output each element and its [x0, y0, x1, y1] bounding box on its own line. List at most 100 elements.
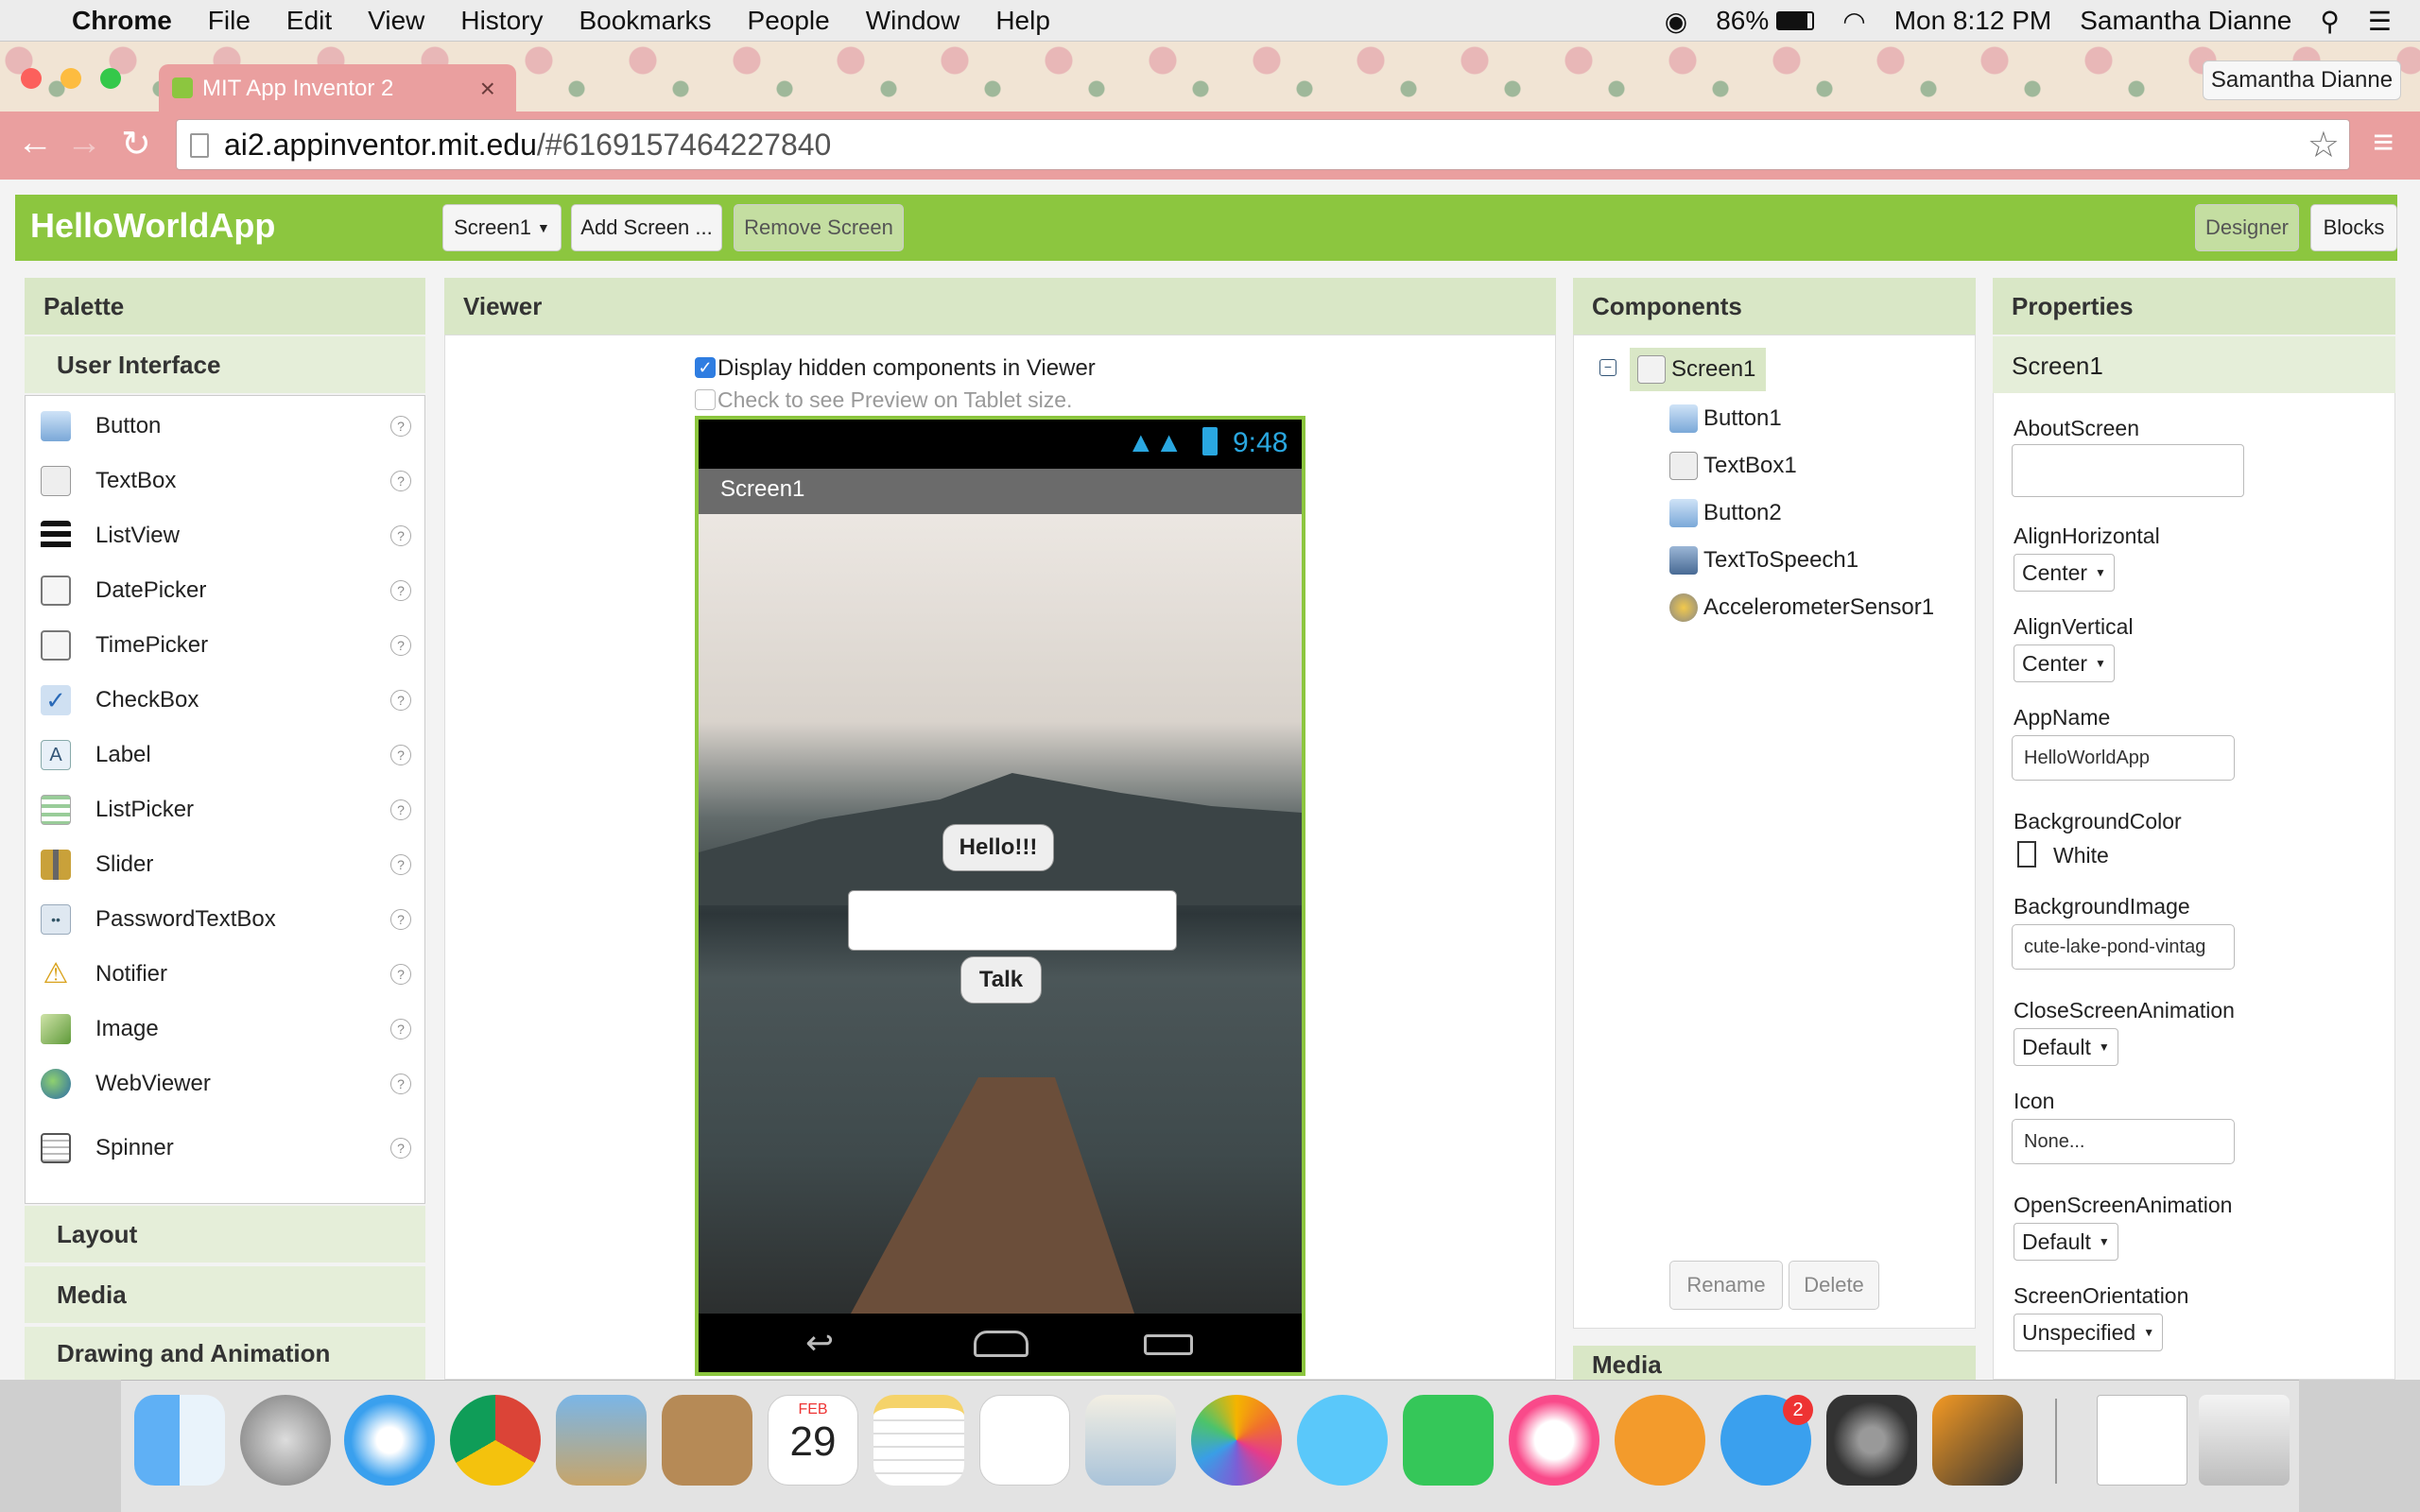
menu-view[interactable]: View [368, 6, 424, 36]
help-icon[interactable]: ? [390, 690, 411, 711]
menu-help[interactable]: Help [995, 6, 1050, 36]
display-hidden-checkbox[interactable]: ✓ [695, 357, 716, 378]
media-section[interactable]: Media [25, 1266, 425, 1323]
address-bar[interactable]: ai2.appinventor.mit.edu/#616915746422784… [176, 119, 2350, 170]
reload-icon[interactable]: ↻ [121, 123, 151, 165]
drawing-animation-section[interactable]: Drawing and Animation [25, 1327, 425, 1380]
minimize-window-icon[interactable] [60, 68, 81, 89]
close-window-icon[interactable] [21, 68, 42, 89]
help-icon[interactable]: ? [390, 1138, 411, 1159]
open-screen-animation-select[interactable]: Default ▼ [2014, 1223, 2118, 1261]
palette-item-label[interactable]: A Label? [26, 729, 424, 782]
component-screen1[interactable]: Screen1 [1630, 348, 1766, 391]
palette-item-webviewer[interactable]: WebViewer? [26, 1057, 424, 1110]
palette-item-spinner[interactable]: Spinner? [26, 1122, 424, 1175]
safari-icon[interactable] [344, 1395, 435, 1486]
preview-icon[interactable] [1085, 1395, 1176, 1486]
help-icon[interactable]: ? [390, 635, 411, 656]
help-icon[interactable]: ? [390, 416, 411, 437]
user-interface-section[interactable]: User Interface [25, 336, 425, 393]
clock[interactable]: Mon 8:12 PM [1894, 6, 2052, 36]
bookmark-star-icon[interactable]: ☆ [2308, 124, 2340, 166]
component-accelerometer1[interactable]: AccelerometerSensor1 [1669, 593, 1934, 622]
tablet-preview-checkbox[interactable] [695, 389, 716, 410]
trash-icon[interactable] [2199, 1395, 2290, 1486]
close-screen-animation-select[interactable]: Default ▼ [2014, 1028, 2118, 1066]
help-icon[interactable]: ? [390, 745, 411, 765]
palette-item-textbox[interactable]: TextBox? [26, 455, 424, 507]
menu-history[interactable]: History [460, 6, 543, 36]
system-preferences-icon[interactable] [1826, 1395, 1917, 1486]
chrome-menu-icon[interactable]: ≡ [2373, 123, 2394, 163]
photos-icon[interactable] [1191, 1395, 1282, 1486]
reminders-icon[interactable] [979, 1395, 1070, 1486]
wifi-icon[interactable]: ◠ [1842, 6, 1865, 37]
background-image-input[interactable]: cute-lake-pond-vintag [2012, 924, 2235, 970]
launchpad-icon[interactable] [240, 1395, 331, 1486]
back-icon[interactable]: ← [17, 123, 53, 163]
mail-icon[interactable] [556, 1395, 647, 1486]
eye-icon[interactable]: ◉ [1665, 6, 1687, 37]
component-button2[interactable]: Button2 [1669, 499, 1782, 527]
palette-item-button[interactable]: Button? [26, 400, 424, 453]
component-texttospeech1[interactable]: TextToSpeech1 [1669, 546, 1858, 575]
menu-edit[interactable]: Edit [286, 6, 332, 36]
icon-input[interactable]: None... [2012, 1119, 2235, 1164]
forward-icon[interactable]: → [66, 123, 102, 163]
rename-button[interactable]: Rename [1669, 1261, 1783, 1310]
app-inventor-icon[interactable] [1932, 1395, 2023, 1486]
add-screen-button[interactable]: Add Screen ... [571, 204, 722, 251]
menu-file[interactable]: File [208, 6, 251, 36]
collapse-icon[interactable]: − [1599, 359, 1616, 376]
help-icon[interactable]: ? [390, 471, 411, 491]
help-icon[interactable]: ? [390, 909, 411, 930]
palette-item-listpicker[interactable]: ListPicker? [26, 783, 424, 836]
help-icon[interactable]: ? [390, 854, 411, 875]
help-icon[interactable]: ? [390, 1019, 411, 1040]
notification-center-icon[interactable]: ☰ [2368, 6, 2392, 37]
help-icon[interactable]: ? [390, 799, 411, 820]
palette-item-timepicker[interactable]: TimePicker? [26, 619, 424, 672]
maximize-window-icon[interactable] [100, 68, 121, 89]
profile-button[interactable]: Samantha Dianne [2203, 60, 2401, 100]
facetime-icon[interactable] [1403, 1395, 1494, 1486]
app-name-input[interactable]: HelloWorldApp [2012, 735, 2235, 781]
palette-item-slider[interactable]: Slider? [26, 838, 424, 891]
align-vertical-select[interactable]: Center ▼ [2014, 644, 2115, 682]
screen-orientation-select[interactable]: Unspecified ▼ [2014, 1314, 2164, 1351]
battery-icon[interactable] [1776, 11, 1815, 30]
layout-section[interactable]: Layout [25, 1206, 425, 1263]
palette-item-passwordtextbox[interactable]: •• PasswordTextBox? [26, 893, 424, 946]
menu-app-name[interactable]: Chrome [72, 6, 172, 36]
palette-item-listview[interactable]: ListView? [26, 509, 424, 562]
remove-screen-button[interactable]: Remove Screen [734, 204, 904, 251]
finder-icon[interactable] [134, 1395, 225, 1486]
chrome-icon[interactable] [450, 1395, 541, 1486]
component-button1[interactable]: Button1 [1669, 404, 1782, 433]
screen-select-button[interactable]: Screen1 ▼ [442, 204, 562, 251]
palette-item-notifier[interactable]: ⚠ Notifier? [26, 948, 424, 1001]
about-screen-textarea[interactable] [2012, 444, 2244, 497]
background-color-value[interactable]: White [2053, 843, 2109, 868]
delete-button[interactable]: Delete [1789, 1261, 1879, 1310]
palette-item-checkbox[interactable]: ✓ CheckBox? [26, 674, 424, 727]
itunes-icon[interactable] [1509, 1395, 1599, 1486]
menu-bookmarks[interactable]: Bookmarks [579, 6, 711, 36]
designer-button[interactable]: Designer [2195, 204, 2299, 251]
help-icon[interactable]: ? [390, 964, 411, 985]
ibooks-icon[interactable] [1615, 1395, 1705, 1486]
menu-people[interactable]: People [748, 6, 830, 36]
help-icon[interactable]: ? [390, 1074, 411, 1094]
calendar-icon[interactable]: FEB 29 [768, 1395, 858, 1486]
component-textbox1[interactable]: TextBox1 [1669, 452, 1797, 480]
contacts-icon[interactable] [662, 1395, 752, 1486]
notes-icon[interactable] [873, 1395, 964, 1486]
spotlight-search-icon[interactable]: ⚲ [2320, 6, 2340, 37]
help-icon[interactable]: ? [390, 580, 411, 601]
messages-icon[interactable] [1297, 1395, 1388, 1486]
help-icon[interactable]: ? [390, 525, 411, 546]
hello-button[interactable]: Hello!!! [942, 824, 1054, 871]
phone-textbox[interactable] [848, 890, 1177, 951]
align-horizontal-select[interactable]: Center ▼ [2014, 554, 2115, 592]
talk-button[interactable]: Talk [960, 956, 1042, 1004]
